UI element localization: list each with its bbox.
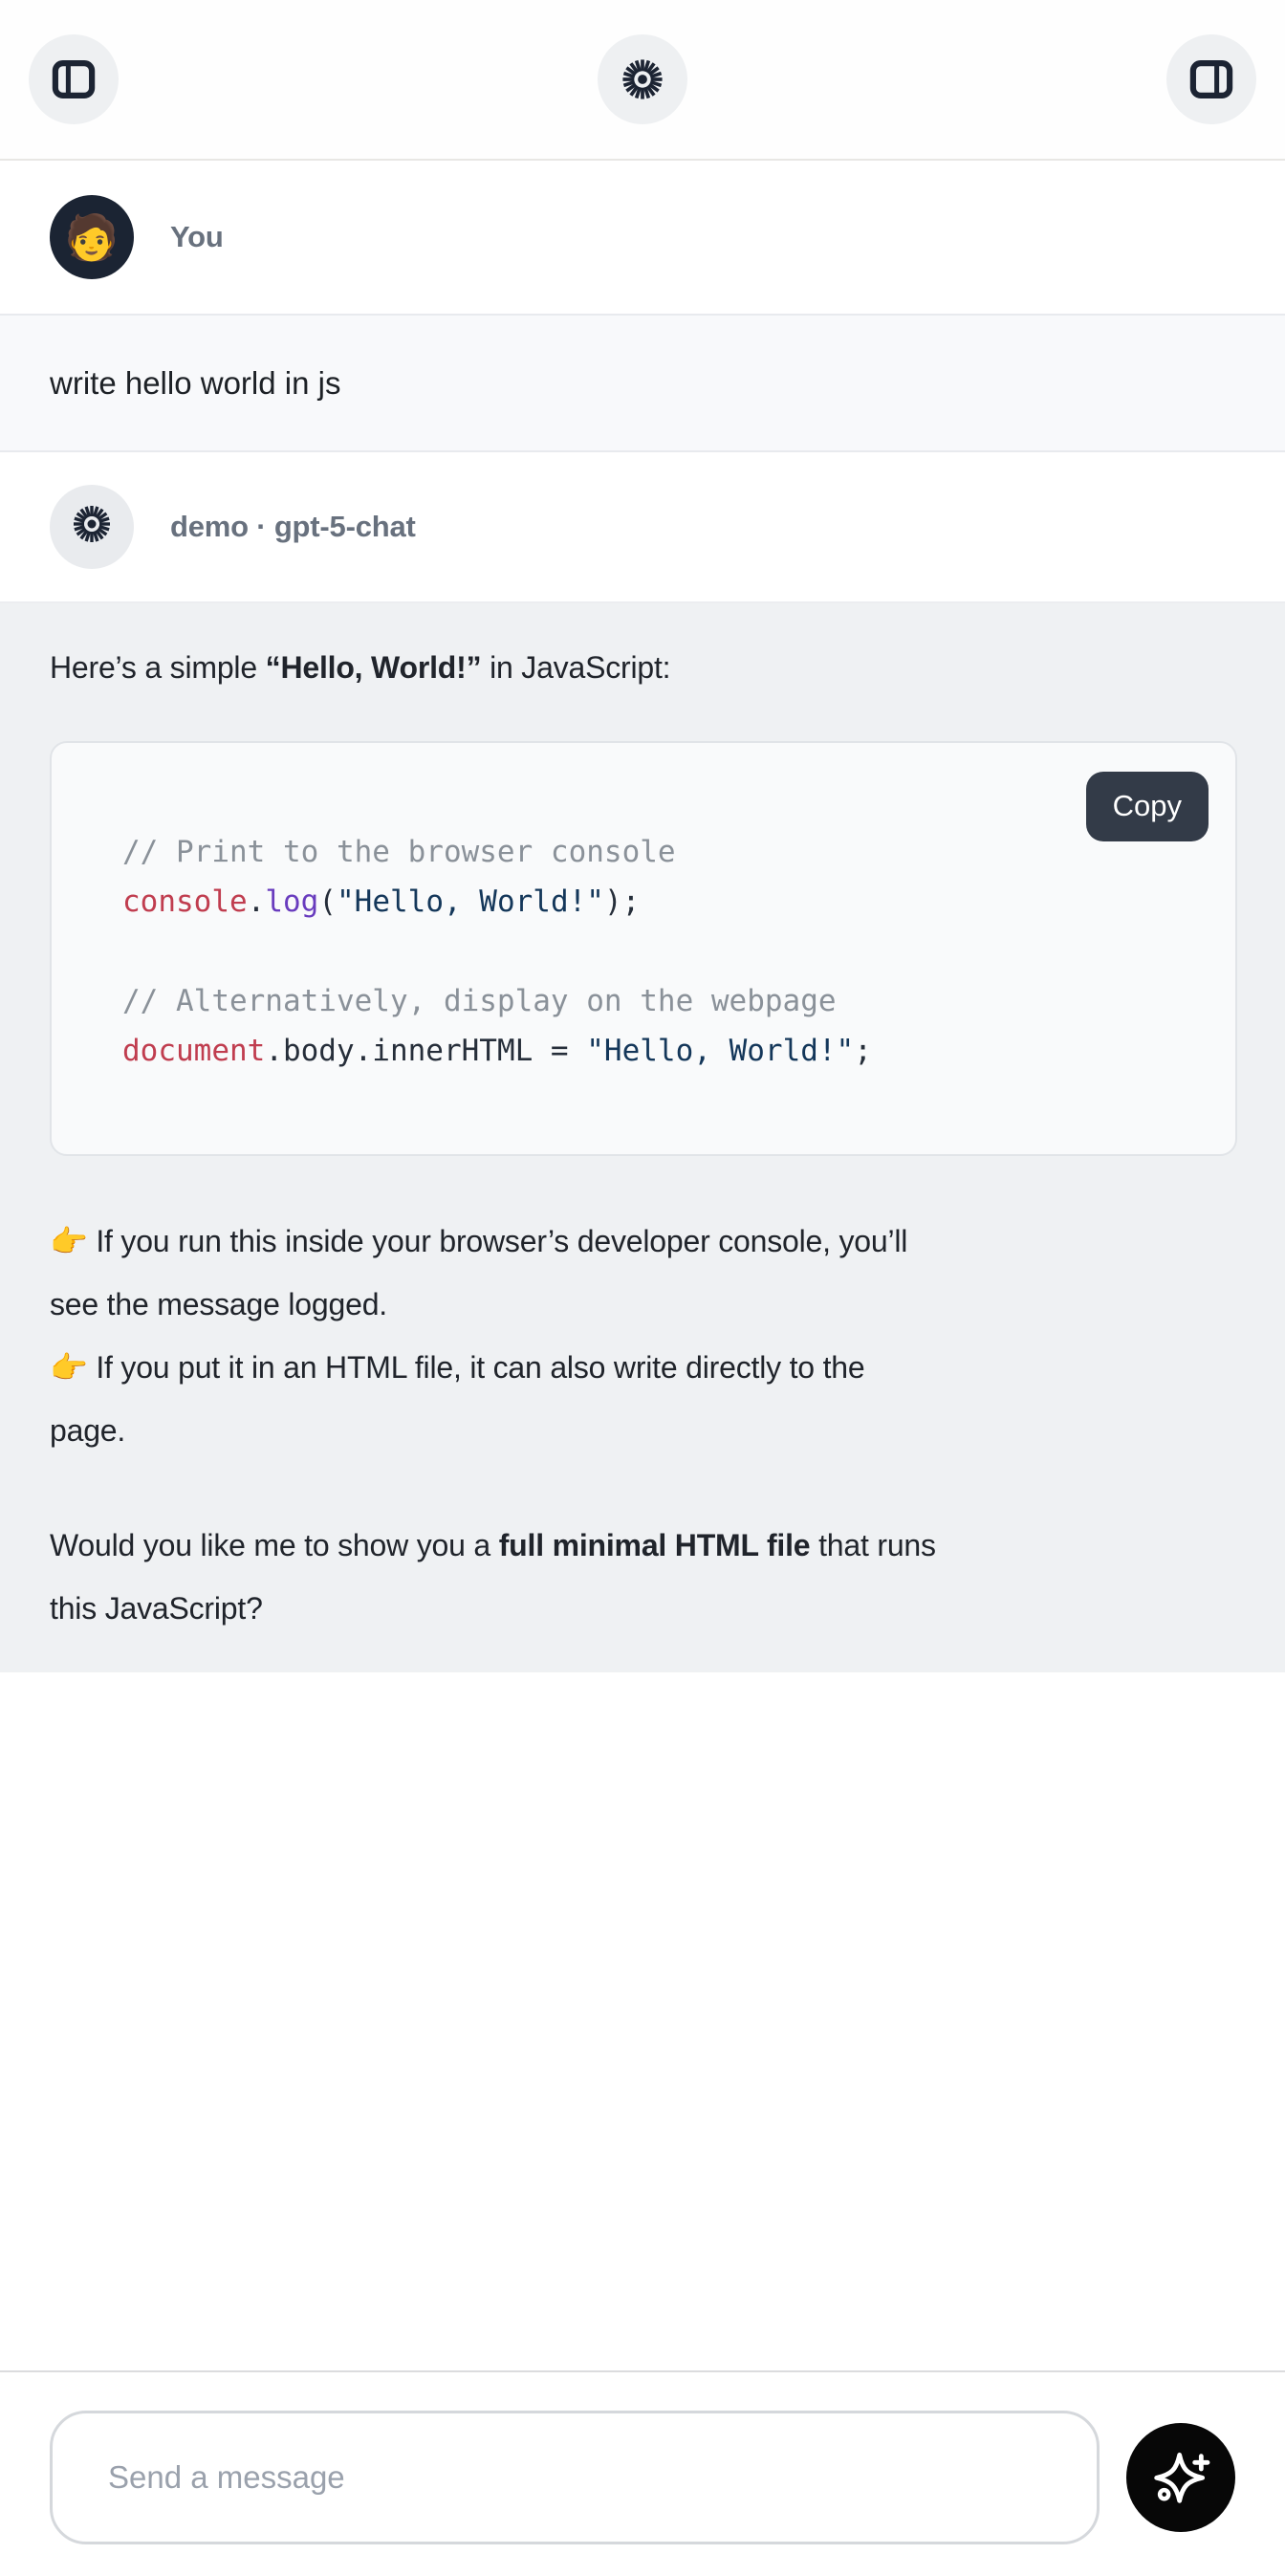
person-emoji: 🧑: [64, 215, 119, 259]
composer-bar: [0, 2370, 1285, 2576]
panel-left-icon: [48, 54, 99, 105]
copy-button[interactable]: Copy: [1086, 772, 1209, 841]
assistant-avatar: [50, 485, 134, 569]
code-line: console.log("Hello, World!");: [122, 877, 1182, 927]
code-token: ;: [854, 1034, 872, 1068]
user-avatar: 🧑: [50, 195, 134, 279]
sparkle-icon: [1150, 2446, 1211, 2510]
code-line: // Print to the browser console: [122, 827, 1182, 877]
panel-right-icon: [1186, 54, 1237, 105]
assistant-message-body: Here’s a simple “Hello, World!” in JavaS…: [0, 601, 1285, 1672]
user-message-text: write hello world in js: [50, 365, 340, 401]
code-token: );: [604, 884, 640, 919]
chat-scroll-area[interactable]: [0, 1672, 1285, 2370]
message-input[interactable]: [50, 2411, 1100, 2544]
code-line: document.body.innerHTML = "Hello, World!…: [122, 1026, 1182, 1076]
user-message-body: write hello world in js: [0, 314, 1285, 452]
assistant-message-header: demo · gpt-5-chat: [0, 452, 1285, 601]
code-token: "Hello, World!": [337, 884, 604, 919]
user-author-label: You: [170, 220, 224, 254]
code-token: "Hello, World!": [586, 1034, 854, 1068]
code-token: (: [318, 884, 337, 919]
starburst-icon: [69, 501, 115, 554]
code-line: // Alternatively, display on the webpage: [122, 976, 1182, 1026]
code-token: .body.innerHTML =: [265, 1034, 586, 1068]
text-segment: Would you like me to show you a: [50, 1528, 499, 1562]
assistant-paragraph: 👉 If you run this inside your browser’s …: [50, 1210, 1237, 1462]
sidebar-toggle-button[interactable]: [29, 34, 119, 124]
user-message-header: 🧑 You: [0, 161, 1285, 314]
text-segment: 👉 If you run this inside your browser’s …: [50, 1224, 907, 1448]
code-token: // Alternatively, display on the webpage: [122, 984, 837, 1018]
app-logo-button[interactable]: [598, 34, 687, 124]
text-segment: Here’s a simple: [50, 650, 266, 685]
right-panel-toggle-button[interactable]: [1166, 34, 1256, 124]
starburst-icon: [618, 55, 667, 104]
text-segment: in JavaScript:: [481, 650, 670, 685]
assistant-model-label: demo · gpt-5-chat: [170, 510, 416, 544]
code-content: // Print to the browser console console.l…: [122, 827, 1182, 1076]
assistant-paragraphs: 👉 If you run this inside your browser’s …: [50, 1210, 1237, 1640]
code-token: // Print to the browser console: [122, 835, 676, 869]
assistant-intro-paragraph: Here’s a simple “Hello, World!” in JavaS…: [50, 636, 1237, 699]
code-token: log: [265, 884, 318, 919]
code-block: Copy // Print to the browser console cons…: [50, 741, 1237, 1156]
send-button[interactable]: [1126, 2423, 1235, 2532]
code-token: .: [248, 884, 266, 919]
assistant-paragraph: Would you like me to show you a full min…: [50, 1514, 1237, 1640]
chat-app: 🧑 You write hello world in js demo · gpt…: [0, 0, 1285, 2576]
text-segment: full minimal HTML file: [499, 1528, 811, 1562]
code-line: [122, 927, 1182, 976]
code-token: document: [122, 1034, 265, 1068]
code-token: console: [122, 884, 248, 919]
text-segment: “Hello, World!”: [266, 650, 482, 685]
top-bar: [0, 0, 1285, 161]
